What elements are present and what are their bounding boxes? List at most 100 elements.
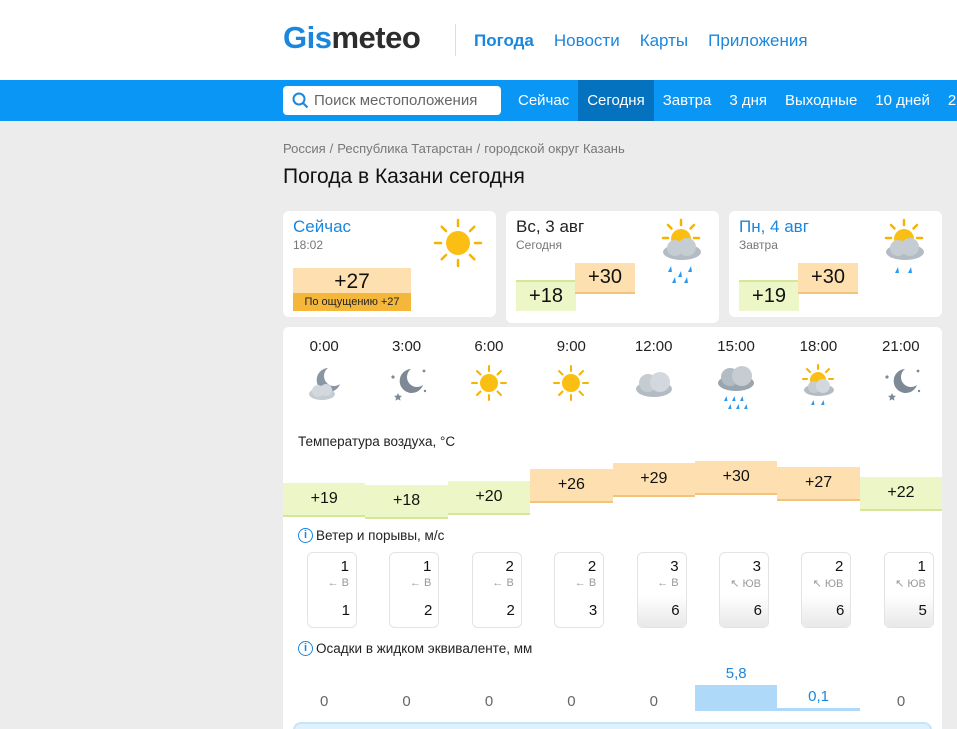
tab-weekend[interactable]: Выходные (776, 80, 866, 121)
wind-cell[interactable]: 2 ← В 2 (471, 552, 522, 628)
card-tomorrow-sub: Завтра (739, 238, 778, 252)
wind-cell[interactable]: 3 ↖ ЮВ 6 (719, 552, 769, 628)
temp-value: +26 (557, 476, 585, 493)
wind-cell[interactable]: 1 ← В 1 (307, 552, 357, 628)
card-now-label: Сейчас (293, 217, 352, 236)
wind-section-label: i Ветер и порывы, м/с (298, 528, 444, 543)
nav-maps[interactable]: Карты (640, 31, 688, 51)
wind-cell[interactable]: 3 ← В 6 (636, 552, 687, 628)
temp-section-label: Температура воздуха, °C (298, 434, 456, 449)
tab-3-days[interactable]: 3 дня (720, 80, 776, 121)
wind-gust: 5 (884, 595, 933, 627)
icons-row (283, 363, 942, 411)
wind-direction: ← В (657, 577, 679, 589)
temperature-row: +19 +18 +20 +26 +29 +30 +27 +22 (283, 457, 942, 519)
gismeteo-logo[interactable]: Gismeteo (283, 20, 421, 56)
wind-direction: ↖ ЮВ (895, 578, 926, 590)
card-tomorrow-max: +30 (798, 263, 858, 294)
hourly-forecast-panel: 0:00 3:00 6:00 9:00 12:00 15:00 18:00 21:00 Тем… (283, 327, 942, 729)
hour-label: 12:00 (634, 338, 673, 355)
precip-value: 0,1 (808, 688, 830, 705)
precip-value: 5,8 (725, 665, 747, 682)
wind-speed: 3 (752, 558, 761, 575)
tab-now[interactable]: Сейчас (509, 80, 578, 121)
tab-10-days[interactable]: 10 дней (866, 80, 939, 121)
card-tomorrow[interactable]: Пн, 4 авг Завтра +19 +30 (729, 211, 942, 317)
wind-gust: 3 (588, 602, 598, 619)
moon-stars-icon (860, 363, 942, 411)
card-now-time: 18:02 (293, 238, 324, 252)
tab-today[interactable]: Сегодня (578, 80, 654, 121)
card-now[interactable]: Сейчас 18:02 +27 По ощущению +27 (283, 211, 496, 317)
card-today-max: +30 (575, 263, 635, 294)
temp-value: +19 (310, 490, 338, 507)
temp-value: +30 (722, 468, 750, 485)
moon-stars-icon (365, 363, 447, 411)
breadcrumb-district[interactable]: городской округ Казань (484, 141, 625, 156)
wind-cell[interactable]: 2 ← В 3 (554, 552, 605, 628)
wind-direction: ← В (492, 577, 514, 589)
precip-value: 0 (402, 693, 411, 710)
wind-direction: ← В (327, 577, 349, 589)
precip-value: 0 (484, 693, 494, 710)
nav-weather[interactable]: Погода (474, 31, 534, 51)
card-today-min: +18 (516, 280, 576, 311)
tab-2-weeks[interactable]: 2 недели (939, 80, 957, 121)
temp-value: +27 (805, 474, 833, 491)
temp-value: +22 (887, 484, 915, 501)
header-divider (455, 24, 456, 56)
precip-bar (777, 708, 860, 711)
search-input[interactable] (314, 92, 499, 109)
wind-direction: ↖ ЮВ (812, 578, 844, 590)
card-now-temp: +27 (293, 268, 411, 296)
hour-label: 21:00 (882, 338, 920, 355)
card-now-feels: По ощущению +27 (293, 293, 411, 311)
breadcrumb-region[interactable]: Республика Татарстан (337, 141, 472, 156)
wind-speed: 1 (917, 558, 926, 575)
wind-gust: 2 (506, 602, 515, 619)
temp-value: +29 (640, 470, 668, 487)
wind-speed: 3 (670, 558, 679, 575)
info-icon[interactable]: i (298, 641, 313, 656)
breadcrumb: Россия / Республика Татарстан / городской ок… (283, 141, 625, 156)
tab-tomorrow[interactable]: Завтра (654, 80, 721, 121)
search-box[interactable] (283, 86, 501, 115)
wind-direction: ↖ ЮВ (730, 578, 761, 590)
precip-value: 0 (567, 693, 576, 710)
info-icon[interactable]: i (298, 528, 313, 543)
card-today[interactable]: Вс, 3 авг Сегодня +18 +30 (506, 211, 719, 323)
wind-speed: 2 (587, 558, 597, 575)
temp-value: +18 (393, 492, 421, 509)
precip-row: 0 0 0 0 0 5,8 0,1 0 (283, 665, 942, 717)
wind-cell[interactable]: 2 ↖ ЮВ 6 (801, 552, 852, 628)
nav-news[interactable]: Новости (554, 31, 620, 51)
wind-speed: 2 (835, 558, 844, 575)
precip-value: 0 (649, 693, 658, 710)
hour-label: 15:00 (717, 338, 755, 355)
period-tabs: Сейчас Сегодня Завтра 3 дня Выходные 10 … (509, 80, 957, 121)
precip-value: 0 (320, 693, 329, 710)
wind-cell[interactable]: 1 ← В 2 (389, 552, 440, 628)
wind-cell[interactable]: 1 ↖ ЮВ 5 (883, 552, 934, 628)
sun-cloud-rain-icon (777, 363, 859, 411)
temp-value: +20 (475, 488, 503, 505)
wind-speed: 1 (340, 558, 349, 575)
wind-gust: 1 (341, 602, 350, 619)
nav-apps[interactable]: Приложения (708, 31, 807, 51)
wind-gust: 2 (424, 602, 433, 619)
precip-bar (695, 685, 778, 711)
cloud-icon (613, 363, 695, 411)
wind-gust: 6 (637, 595, 686, 627)
wind-gust: 6 (802, 595, 851, 627)
breadcrumb-country[interactable]: Россия (283, 141, 326, 156)
card-tomorrow-min: +19 (739, 280, 799, 311)
wind-direction: ← В (574, 577, 597, 589)
period-bar: Сейчас Сегодня Завтра 3 дня Выходные 10 … (0, 80, 957, 121)
hour-label: 0:00 (309, 338, 339, 355)
card-today-label: Вс, 3 авг (516, 217, 585, 236)
hour-label: 6:00 (474, 338, 504, 355)
sun-icon (530, 363, 612, 411)
hours-row: 0:00 3:00 6:00 9:00 12:00 15:00 18:00 21:00 (283, 338, 942, 355)
cloud-heavy-rain-icon (695, 363, 777, 411)
top-nav: Погода Новости Карты Приложения (474, 31, 828, 51)
